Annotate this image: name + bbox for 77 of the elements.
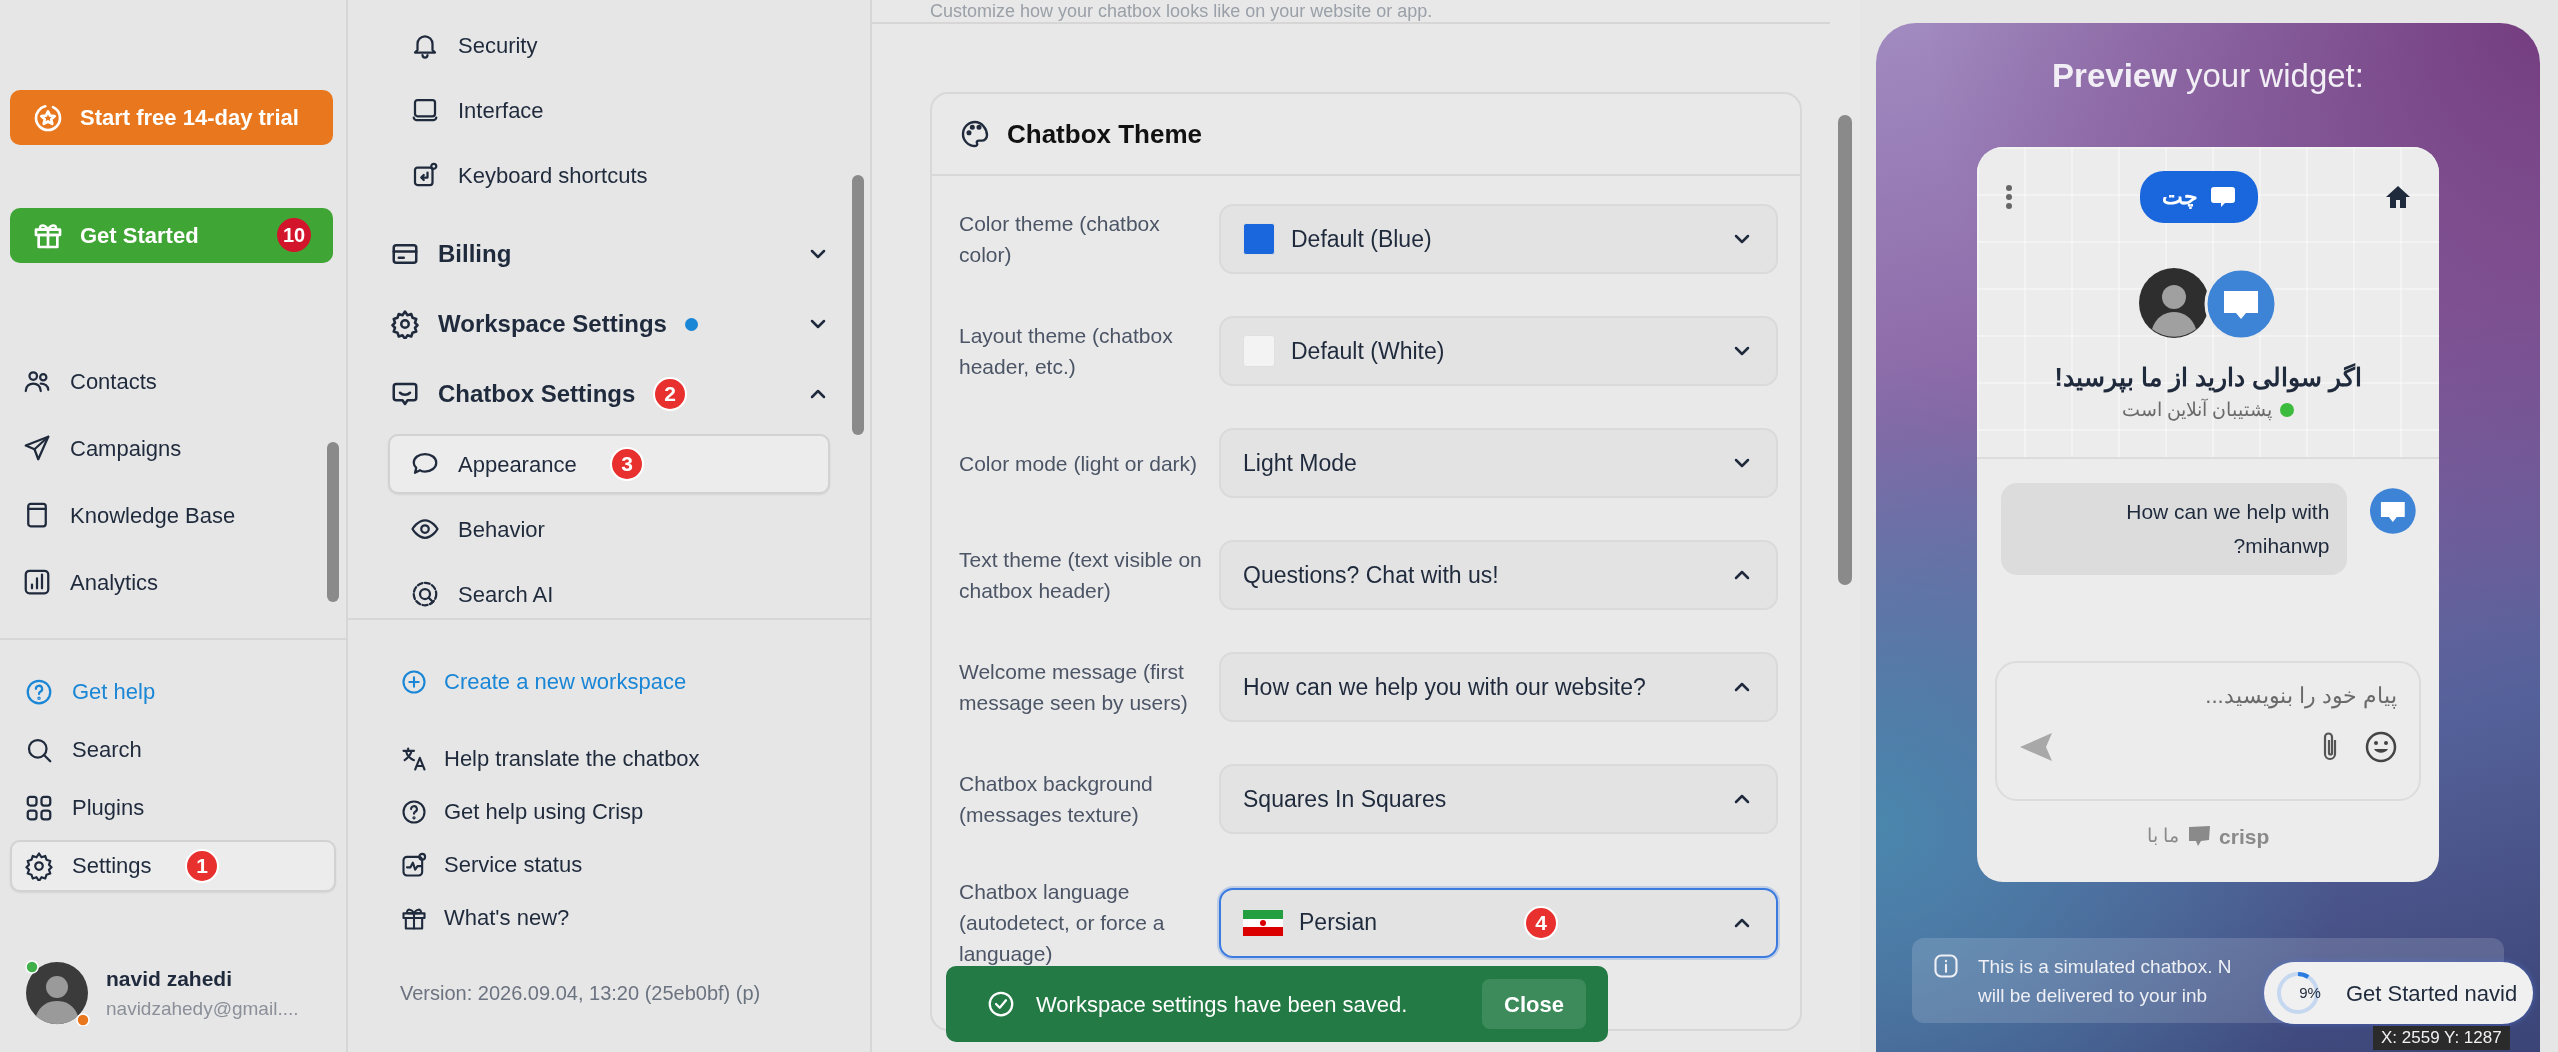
cursor-readout: X: 2559 Y: 1287	[2373, 1026, 2510, 1050]
close-button[interactable]: Close	[1482, 979, 1586, 1029]
settings-icon	[24, 850, 54, 881]
menu-link[interactable]: Service status	[400, 848, 870, 881]
nav-item[interactable]: Contacts	[0, 347, 346, 415]
field-label: Chatbox background (messages texture)	[959, 771, 1154, 828]
help-icon	[400, 797, 428, 826]
user-name: navid zahedi	[106, 966, 234, 992]
message-input-field[interactable]: پیام خود را بنویسید...	[1995, 660, 2421, 801]
nav-item[interactable]: Campaigns	[0, 414, 346, 482]
field-label: Welcome message (first message seen by users)	[959, 659, 1189, 716]
status-text: پشتیبان آنلاین است	[2121, 397, 2273, 423]
toast-message: Workspace settings have been saved.	[1036, 990, 1409, 1019]
select-field[interactable]: Light Mode	[1219, 428, 1778, 498]
nav-item[interactable]: Plugins	[10, 781, 336, 834]
crisp-logo-icon	[2187, 825, 2212, 848]
menu-item[interactable]: Behavior	[388, 499, 830, 559]
select-field[interactable]: Questions? Chat with us!	[1219, 540, 1778, 610]
status-icon	[400, 850, 428, 879]
notification-dot	[684, 317, 698, 331]
chat-logo-icon	[2369, 486, 2417, 535]
user-email: navidzahedy@gmail....	[106, 996, 299, 1021]
more-icon[interactable]	[2005, 183, 2013, 210]
gear-icon	[390, 309, 420, 339]
paper-plane-icon	[22, 433, 52, 463]
progress-ring	[2274, 969, 2322, 1017]
nav-item[interactable]: Analytics	[0, 548, 346, 616]
message-bubble: How can we help with mihanwp?	[2001, 482, 2348, 575]
chat-bubble-icon	[2210, 184, 2236, 209]
field-label: Layout theme (chatbox header, etc.)	[959, 323, 1174, 380]
field-label: Text theme (text visible on chatbox header)	[959, 547, 1203, 604]
field-label: Color mode (light or dark)	[959, 450, 1199, 477]
select-field[interactable]: Default (Blue)	[1219, 204, 1778, 274]
flag-icon	[1243, 909, 1283, 936]
select-field[interactable]: Default (White)	[1219, 316, 1778, 386]
menu-item[interactable]: Search AI	[388, 564, 830, 618]
menu-link[interactable]: Get help using Crisp	[400, 795, 870, 828]
menu-link[interactable]: Help translate the chatbox	[400, 742, 870, 775]
step-marker: 2	[653, 377, 687, 411]
scrollbar-thumb[interactable]	[852, 175, 864, 435]
info-icon	[1932, 952, 1960, 980]
get-started-button[interactable]: Get Started 10	[10, 207, 333, 263]
nav-item[interactable]: Knowledge Base	[0, 481, 346, 549]
select-field[interactable]: How can we help you with our website?	[1219, 652, 1778, 722]
check-circle-icon	[986, 989, 1016, 1019]
preview-title: Preview your widget:	[2051, 56, 2365, 96]
menu-item[interactable]: Security	[388, 15, 830, 75]
chat-tab-button[interactable]: چت	[2140, 170, 2258, 223]
subtitle-text: Customize how your chatbox looks like on your website or app.	[872, 0, 1830, 24]
field-label: Chatbox language (autodetect, or force a language)	[959, 879, 1166, 967]
bar-chart-icon	[22, 567, 52, 597]
scrollbar-thumb[interactable]	[1838, 115, 1852, 585]
version-text: Version: 2026.09.04, 13:20 (25eb0bf) (p)	[400, 981, 762, 1006]
progress-text: 9%	[2298, 982, 2322, 1003]
card-title: Chatbox Theme	[1007, 117, 1203, 151]
notice-text: This is a simulated chatbox. N will be delivered to your inb	[1978, 955, 2232, 1008]
menu-section[interactable]: Billing	[348, 219, 870, 289]
emoji-icon[interactable]	[2365, 730, 2397, 763]
menu-link[interactable]: What's new?	[400, 901, 870, 934]
brand-name: crisp	[2219, 823, 2270, 850]
color-swatch	[1243, 223, 1275, 255]
select-field[interactable]: Squares In Squares	[1219, 764, 1778, 834]
widget-heading: اگر سوالی دارید از ما بپرسید!	[2053, 361, 2363, 395]
placeholder-text: پیام خود را بنویسید...	[2204, 681, 2397, 711]
count-badge: 10	[277, 218, 311, 252]
avatar[interactable]	[24, 960, 90, 1026]
home-icon[interactable]	[2385, 184, 2411, 209]
nav-item[interactable]: Search	[10, 723, 336, 776]
footer-text: ما با	[2146, 824, 2180, 848]
menu-item[interactable]: Interface	[388, 80, 830, 140]
search-icon	[410, 579, 440, 609]
plus-icon	[400, 667, 428, 696]
menu-item[interactable]: Keyboard shortcuts	[388, 145, 830, 205]
get-started-pill[interactable]: 9% Get Started navid	[2264, 962, 2533, 1024]
palette-icon	[959, 118, 991, 150]
scrollbar-thumb[interactable]	[327, 441, 339, 602]
field-label: Color theme (chatbox color)	[959, 211, 1161, 268]
